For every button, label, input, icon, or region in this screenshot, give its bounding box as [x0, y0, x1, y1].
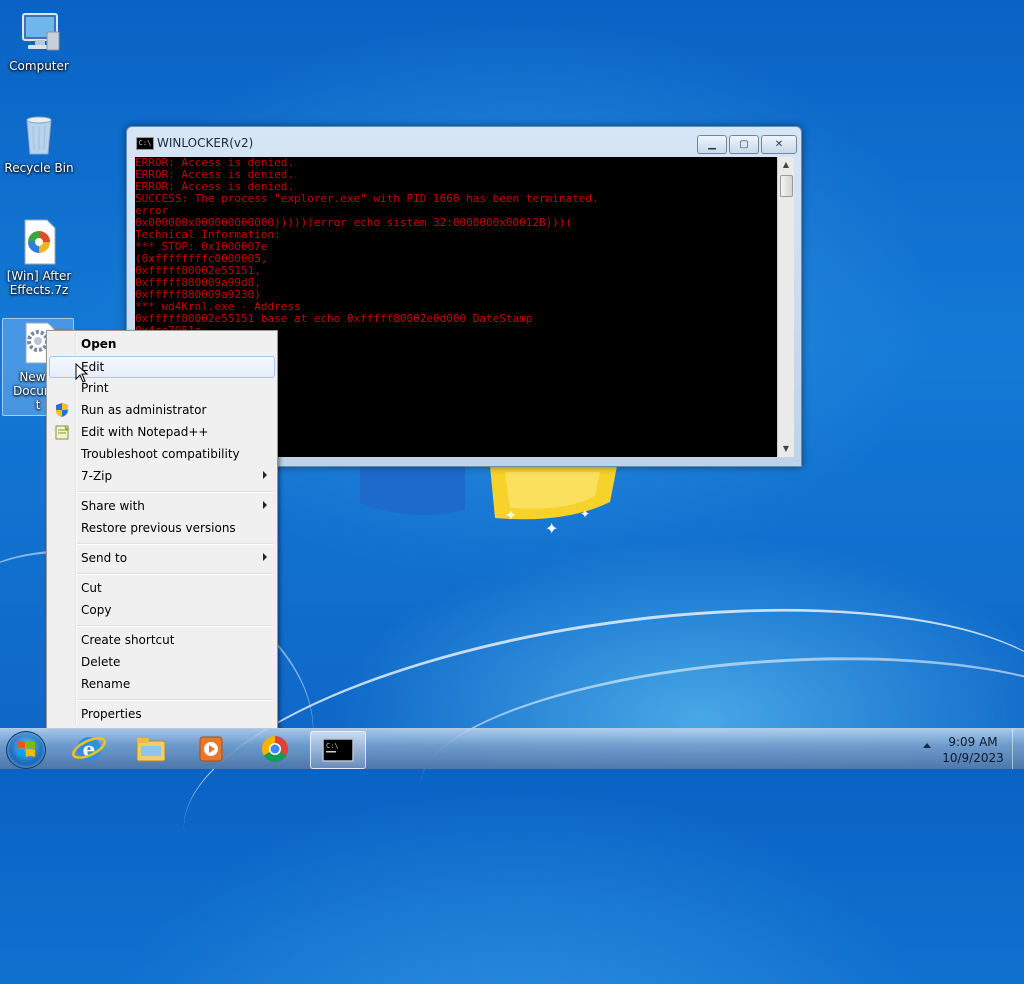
menu-item-open[interactable]: Open	[49, 333, 275, 355]
desktop-icon-label: Computer	[9, 59, 69, 73]
svg-text:✦: ✦	[545, 519, 558, 538]
svg-text:✦: ✦	[505, 508, 517, 524]
maximize-icon: ▢	[739, 139, 749, 150]
recycle-bin-icon	[15, 110, 63, 158]
desktop-icon-computer[interactable]: Computer	[4, 8, 74, 73]
taskbar: e C:\ 9:09 AM 10/9/2023	[0, 728, 1024, 769]
menu-item-label: Rename	[81, 677, 131, 691]
menu-item-label: Cut	[81, 581, 102, 595]
menu-item-edit-with-notepad-plus-plus[interactable]: Edit with Notepad++	[49, 421, 275, 443]
menu-item-rename[interactable]: Rename	[49, 673, 275, 695]
minimize-icon: ▁	[708, 139, 716, 150]
scroll-thumb[interactable]	[780, 175, 793, 197]
chrome-icon	[261, 735, 288, 763]
clock-time: 9:09 AM	[948, 735, 998, 749]
menu-item-7-zip[interactable]: 7-Zip	[49, 465, 275, 487]
computer-icon	[15, 8, 63, 56]
desktop-icon-label: Recycle Bin	[4, 161, 74, 175]
svg-text:✦: ✦	[580, 507, 590, 521]
taskbar-windows-explorer[interactable]	[126, 731, 176, 767]
clock-date: 10/9/2023	[942, 751, 1004, 765]
menu-item-restore-previous-versions[interactable]: Restore previous versions	[49, 517, 275, 539]
close-button[interactable]: ✕	[761, 135, 797, 154]
notepad-plus-plus-icon	[55, 425, 69, 440]
desktop-icon-after-effects-archive[interactable]: [Win] After Effects.7z	[4, 218, 74, 297]
close-icon: ✕	[774, 139, 784, 150]
system-clock[interactable]: 9:09 AM 10/9/2023	[940, 734, 1006, 766]
menu-item-label: Run as administrator	[81, 403, 207, 417]
scroll-down-icon[interactable]: ▼	[778, 441, 794, 457]
menu-item-send-to[interactable]: Send to	[49, 547, 275, 569]
menu-item-run-as-administrator[interactable]: Run as administrator	[49, 399, 275, 421]
console-text: ERROR: Access is denied. ERROR: Access i…	[135, 157, 599, 337]
menu-item-create-shortcut[interactable]: Create shortcut	[49, 629, 275, 651]
minimize-button[interactable]: ▁	[697, 135, 727, 154]
window-titlebar[interactable]: C:\ WINLOCKER(v2) ▁ ▢ ✕	[127, 127, 801, 157]
desktop-icon-recycle-bin[interactable]: Recycle Bin	[4, 110, 74, 175]
show-hidden-icons-icon[interactable]	[923, 743, 931, 748]
taskbar-google-chrome[interactable]	[250, 731, 300, 767]
submenu-arrow-icon	[263, 553, 267, 561]
windows-logo-wallpaper-icon: ✦ ✦ ✦	[360, 466, 617, 538]
menu-item-copy[interactable]: Copy	[49, 599, 275, 621]
menu-item-label: Copy	[81, 603, 112, 617]
console-scrollbar[interactable]: ▲ ▼	[777, 157, 794, 457]
maximize-button[interactable]: ▢	[729, 135, 759, 154]
menu-item-label: Edit with Notepad++	[81, 425, 209, 439]
submenu-arrow-icon	[263, 471, 267, 479]
scroll-up-icon[interactable]: ▲	[778, 157, 794, 173]
file-context-menu: Open Edit Print Run as administrator Edi…	[46, 330, 278, 729]
command-prompt-icon: C:\	[322, 738, 354, 762]
menu-item-label: 7-Zip	[81, 469, 113, 483]
menu-item-share-with[interactable]: Share with	[49, 495, 275, 517]
windows-explorer-icon	[136, 738, 166, 762]
menu-item-label: Share with	[81, 499, 145, 513]
menu-item-label: Create shortcut	[81, 633, 175, 647]
svg-text:C:\: C:\	[326, 742, 339, 750]
menu-item-delete[interactable]: Delete	[49, 651, 275, 673]
media-player-icon	[199, 736, 223, 762]
menu-separator	[77, 573, 273, 575]
menu-item-properties[interactable]: Properties	[49, 703, 275, 725]
menu-separator	[77, 625, 273, 627]
archive-file-icon	[15, 218, 63, 266]
start-orb-icon	[17, 741, 35, 757]
submenu-arrow-icon	[263, 501, 267, 509]
menu-item-label: Open	[81, 337, 117, 351]
show-desktop-button[interactable]	[1012, 729, 1024, 769]
menu-separator	[77, 543, 273, 545]
command-prompt-icon: C:\	[136, 137, 154, 150]
start-button[interactable]	[6, 731, 46, 769]
taskbar-media-player[interactable]	[186, 731, 236, 767]
mouse-cursor-icon	[75, 363, 89, 383]
menu-item-cut[interactable]: Cut	[49, 577, 275, 599]
menu-separator	[77, 491, 273, 493]
desktop-icon-label: [Win] After Effects.7z	[6, 269, 72, 297]
menu-item-label: Restore previous versions	[81, 521, 236, 535]
window-title: WINLOCKER(v2)	[157, 136, 254, 150]
menu-item-troubleshoot-compatibility[interactable]: Troubleshoot compatibility	[49, 443, 275, 465]
menu-item-label: Print	[81, 381, 109, 395]
taskbar-internet-explorer[interactable]: e	[64, 731, 114, 767]
menu-separator	[77, 699, 273, 701]
uac-shield-icon	[56, 403, 68, 417]
internet-explorer-icon: e	[72, 737, 106, 761]
menu-item-label: Properties	[81, 707, 142, 721]
menu-item-label: Delete	[81, 655, 121, 669]
menu-item-label: Send to	[81, 551, 128, 565]
menu-item-label: Troubleshoot compatibility	[81, 447, 240, 461]
taskbar-command-prompt[interactable]: C:\	[310, 731, 366, 769]
